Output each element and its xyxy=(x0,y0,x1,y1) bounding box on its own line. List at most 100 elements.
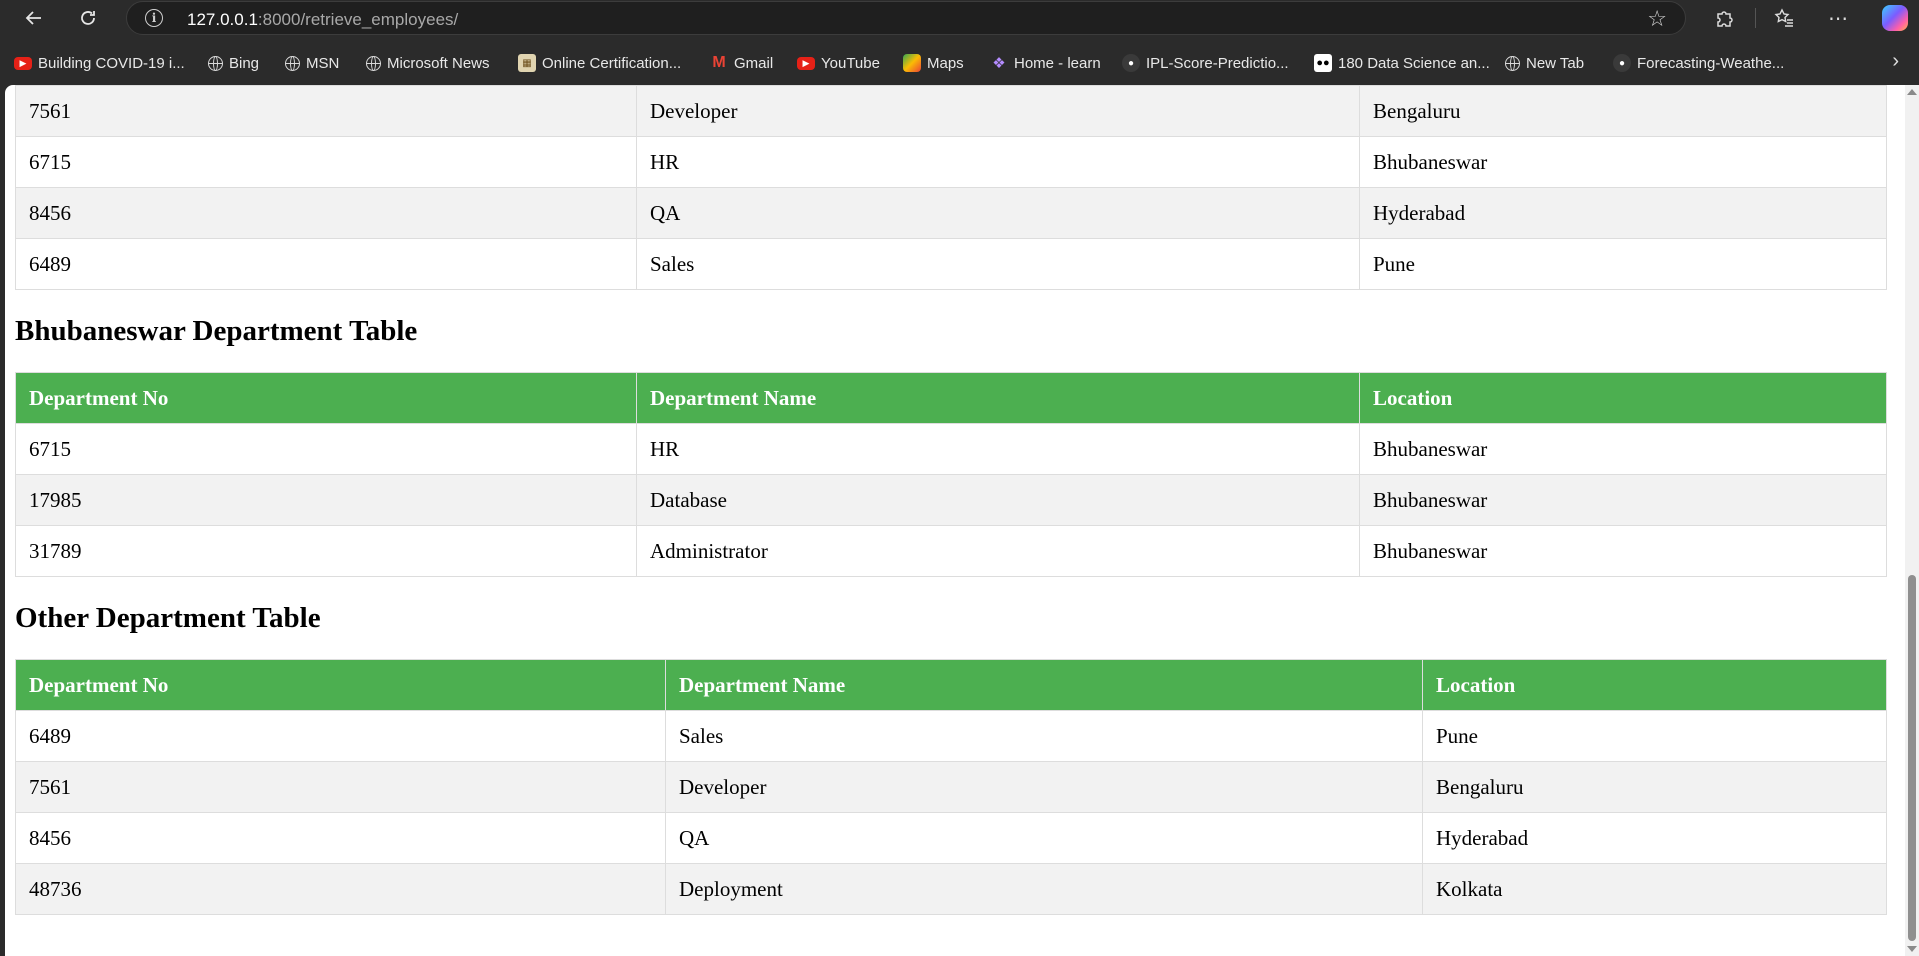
dept-name-cell: HR xyxy=(636,136,1360,188)
favorites-list-icon xyxy=(1774,8,1793,27)
table-row: 8456 QA Hyderabad xyxy=(15,187,1887,239)
location-cell: Bengaluru xyxy=(1422,761,1887,813)
location-cell: Hyderabad xyxy=(1359,187,1887,239)
address-bar[interactable]: i 127.0.0.1:8000/retrieve_employees/ ☆ xyxy=(126,1,1686,35)
site-info-icon[interactable]: i xyxy=(145,9,163,27)
dept-no-cell: 6715 xyxy=(15,423,637,475)
table-row: 6489 Sales Pune xyxy=(15,710,1887,762)
bookmark-item[interactable]: MSN xyxy=(285,52,339,74)
dept-no-cell: 8456 xyxy=(15,812,666,864)
bookmark-item[interactable]: ● IPL-Score-Predictio... xyxy=(1122,52,1289,74)
bookmark-item[interactable]: ❖ Home - learn xyxy=(990,52,1100,74)
page-content: 7561 Developer Bengaluru 6715 HR Bhubane… xyxy=(15,85,1887,915)
bookmark-item[interactable]: Bing xyxy=(208,52,259,74)
certificate-icon: ▦ xyxy=(518,54,536,72)
copilot-icon[interactable] xyxy=(1882,5,1908,31)
globe-icon xyxy=(1505,55,1520,71)
globe-icon xyxy=(208,55,223,71)
bhubaneswar-department-table: Department No Department Name Location 6… xyxy=(15,372,1887,577)
dept-name-cell: Administrator xyxy=(636,525,1360,577)
dept-no-cell: 31789 xyxy=(15,525,637,577)
location-cell: Bhubaneswar xyxy=(1359,423,1887,475)
table-row: 17985 Database Bhubaneswar xyxy=(15,474,1887,526)
puzzle-icon xyxy=(1717,11,1733,27)
dept-name-cell: Deployment xyxy=(665,863,1423,915)
scroll-down-arrow-icon[interactable] xyxy=(1907,946,1917,952)
dept-no-cell: 8456 xyxy=(15,187,637,239)
page-viewport: 7561 Developer Bengaluru 6715 HR Bhubane… xyxy=(5,85,1919,956)
vertical-scrollbar[interactable] xyxy=(1905,85,1919,956)
bookmark-item[interactable]: M Gmail xyxy=(710,52,773,74)
scroll-up-arrow-icon[interactable] xyxy=(1907,89,1917,95)
chevron-right-icon[interactable]: › xyxy=(1892,50,1899,73)
table-row: 7561 Developer Bengaluru xyxy=(15,761,1887,813)
other-department-table: Department No Department Name Location 6… xyxy=(15,659,1887,915)
table-row: 6489 Sales Pune xyxy=(15,238,1887,290)
location-cell: Pune xyxy=(1422,710,1887,762)
favorite-star-icon[interactable]: ☆ xyxy=(1647,6,1667,32)
youtube-icon: ▶ xyxy=(797,56,815,70)
column-header-location: Location xyxy=(1359,372,1887,424)
back-arrow-icon xyxy=(25,11,41,25)
refresh-button[interactable] xyxy=(72,3,104,33)
globe-icon xyxy=(366,55,381,71)
favorites-button[interactable] xyxy=(1768,4,1800,32)
dept-name-cell: Developer xyxy=(636,85,1360,137)
dept-no-cell: 17985 xyxy=(15,474,637,526)
table-row: 8456 QA Hyderabad xyxy=(15,812,1887,864)
location-cell: Bhubaneswar xyxy=(1359,136,1887,188)
bookmark-item[interactable]: ● Forecasting-Weathe... xyxy=(1613,52,1784,74)
table-row: 48736 Deployment Kolkata xyxy=(15,863,1887,915)
bookmark-item[interactable]: Maps xyxy=(903,52,964,74)
location-cell: Bhubaneswar xyxy=(1359,474,1887,526)
column-header-dept-no: Department No xyxy=(15,659,666,711)
location-cell: Pune xyxy=(1359,238,1887,290)
table-row: 6715 HR Bhubaneswar xyxy=(15,136,1887,188)
github-icon: ● xyxy=(1122,54,1140,72)
dept-name-cell: Database xyxy=(636,474,1360,526)
youtube-icon: ▶ xyxy=(14,56,32,70)
table-header-row: Department No Department Name Location xyxy=(15,659,1887,711)
bhubaneswar-table-title: Bhubaneswar Department Table xyxy=(15,315,418,347)
column-header-dept-name: Department Name xyxy=(636,372,1360,424)
more-menu-button[interactable]: ⋯ xyxy=(1822,4,1854,32)
column-header-dept-no: Department No xyxy=(15,372,637,424)
all-departments-table: 7561 Developer Bengaluru 6715 HR Bhubane… xyxy=(15,85,1887,290)
back-button[interactable] xyxy=(18,3,50,33)
bookmark-item[interactable]: ▦ Online Certification... xyxy=(518,52,681,74)
dept-name-cell: Sales xyxy=(636,238,1360,290)
table-row: 7561 Developer Bengaluru xyxy=(15,85,1887,137)
ellipsis-icon: ⋯ xyxy=(1828,7,1848,30)
refresh-icon xyxy=(81,11,95,25)
bookmark-item[interactable]: ●● 180 Data Science an... xyxy=(1314,52,1490,74)
browser-toolbar: i 127.0.0.1:8000/retrieve_employees/ ☆ ⋯ xyxy=(0,0,1919,36)
location-cell: Bengaluru xyxy=(1359,85,1887,137)
scrollbar-thumb[interactable] xyxy=(1908,575,1916,941)
dept-name-cell: HR xyxy=(636,423,1360,475)
dept-no-cell: 6489 xyxy=(15,238,637,290)
url-text: 127.0.0.1:8000/retrieve_employees/ xyxy=(187,10,459,29)
extensions-button[interactable] xyxy=(1708,4,1740,32)
location-cell: Kolkata xyxy=(1422,863,1887,915)
dept-name-cell: QA xyxy=(665,812,1423,864)
bookmark-item[interactable]: New Tab xyxy=(1505,52,1584,74)
bookmark-item[interactable]: Microsoft News xyxy=(366,52,490,74)
learn-icon: ❖ xyxy=(992,55,1006,72)
bookmark-item[interactable]: ▶ YouTube xyxy=(797,52,880,74)
github-icon: ● xyxy=(1613,54,1631,72)
location-cell: Hyderabad xyxy=(1422,812,1887,864)
dept-name-cell: Developer xyxy=(665,761,1423,813)
globe-icon xyxy=(285,55,300,71)
bookmarks-bar: ▶ Building COVID-19 i... Bing MSN Microso… xyxy=(0,44,1919,80)
dept-no-cell: 6715 xyxy=(15,136,637,188)
maps-icon xyxy=(903,54,921,72)
dept-name-cell: Sales xyxy=(665,710,1423,762)
other-table-title: Other Department Table xyxy=(15,602,321,634)
column-header-dept-name: Department Name xyxy=(665,659,1423,711)
toolbar-divider xyxy=(1755,8,1756,28)
dept-no-cell: 6489 xyxy=(15,710,666,762)
bookmark-item[interactable]: ▶ Building COVID-19 i... xyxy=(14,52,185,74)
location-cell: Bhubaneswar xyxy=(1359,525,1887,577)
table-header-row: Department No Department Name Location xyxy=(15,372,1887,424)
gmail-icon: M xyxy=(712,54,726,71)
